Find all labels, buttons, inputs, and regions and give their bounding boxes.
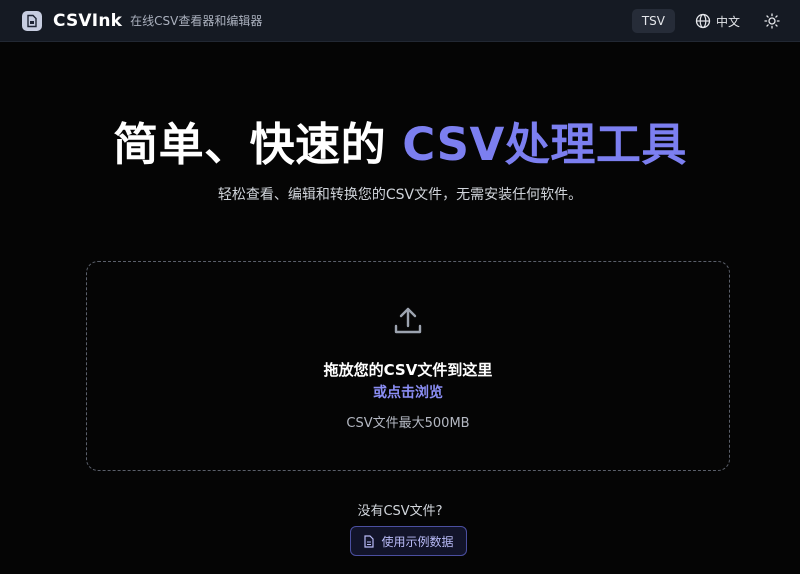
brand-name: CSVInk [53,10,123,31]
brand-tagline: 在线CSV查看器和编辑器 [130,14,263,28]
file-icon [364,534,375,548]
sample-button-label: 使用示例数据 [381,534,454,549]
brand[interactable]: CSVInk 在线CSV查看器和编辑器 [22,10,263,31]
sun-icon [764,13,780,29]
hero-subtitle: 轻松查看、编辑和转换您的CSV文件，无需安装任何软件。 [217,187,583,203]
theme-toggle-button[interactable] [764,13,780,29]
no-file-prompt: 没有CSV文件? [357,504,443,519]
language-switcher[interactable]: 中文 [695,13,740,30]
globe-icon [695,13,711,29]
csv-file-logo-icon [22,10,42,31]
tsv-button[interactable]: TSV [631,9,675,33]
dropzone-main-text: 拖放您的CSV文件到这里 [323,361,493,379]
upload-icon [394,307,422,334]
hero-title-main: 简单、快速的 [113,118,387,171]
hero-title-accent: CSV处理工具 [402,118,687,171]
top-actions: TSV 中文 [631,0,790,42]
language-label: 中文 [715,14,740,29]
browse-link[interactable]: 或点击浏览 [87,382,729,402]
hero-title: 简单、快速的 CSV处理工具 [0,108,800,173]
file-size-hint: CSV文件最大500MB [346,416,470,431]
use-sample-data-button[interactable]: 使用示例数据 [350,526,467,556]
top-bar: CSVInk 在线CSV查看器和编辑器 TSV 中文 [0,0,800,42]
file-dropzone[interactable]: 拖放您的CSV文件到这里 或点击浏览 CSV文件最大500MB [86,261,730,471]
